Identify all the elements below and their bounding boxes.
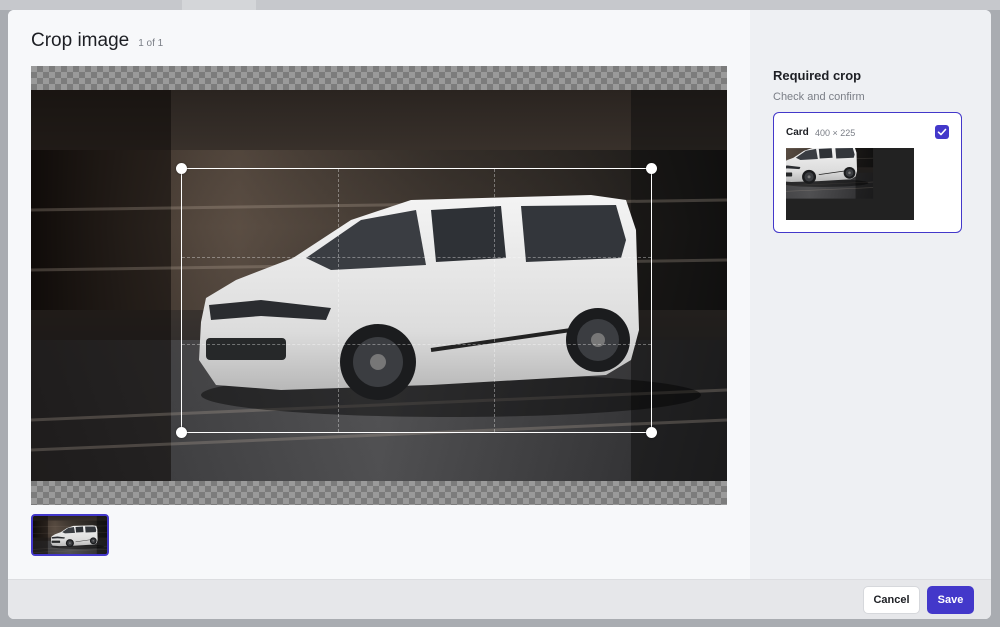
crop-option-card[interactable]: Card 400 × 225: [773, 112, 962, 233]
crop-dimensions: 400 × 225: [815, 128, 856, 138]
crop-preview: [786, 148, 914, 220]
crop-handle-bottom-left[interactable]: [176, 427, 187, 438]
image-thumbnail-strip: [31, 514, 109, 556]
crop-preview-photo: [786, 148, 914, 220]
crop-dialog: Crop image 1 of 1 Required crop Check an…: [8, 10, 991, 619]
dialog-header: Crop image 1 of 1: [31, 30, 163, 52]
save-button[interactable]: Save: [927, 586, 974, 614]
crop-canvas[interactable]: [31, 66, 727, 505]
grid-line: [182, 256, 651, 258]
image-counter: 1 of 1: [138, 38, 164, 49]
crop-handle-top-right[interactable]: [646, 163, 657, 174]
grid-line: [338, 169, 340, 432]
crop-selection[interactable]: [176, 163, 657, 438]
panel-subtitle: Check and confirm: [773, 91, 865, 103]
crop-name: Card: [786, 127, 809, 138]
crop-handle-top-left[interactable]: [176, 163, 187, 174]
thumbnail-photo: [33, 516, 107, 554]
editor-pane: Crop image 1 of 1: [8, 10, 750, 579]
background-tab: [182, 0, 256, 10]
dialog-footer: Cancel Save: [8, 579, 991, 619]
check-icon: [937, 128, 947, 136]
cancel-button[interactable]: Cancel: [863, 586, 920, 614]
background-page: [0, 0, 1000, 10]
image-thumbnail[interactable]: [31, 514, 109, 556]
crop-handle-bottom-right[interactable]: [646, 427, 657, 438]
crop-requirements-panel: Required crop Check and confirm Card 400…: [750, 10, 991, 579]
grid-line: [182, 344, 651, 346]
grid-line: [494, 169, 496, 432]
panel-title: Required crop: [773, 68, 862, 83]
dialog-title: Crop image: [31, 30, 130, 51]
crop-checkbox[interactable]: [935, 125, 949, 139]
